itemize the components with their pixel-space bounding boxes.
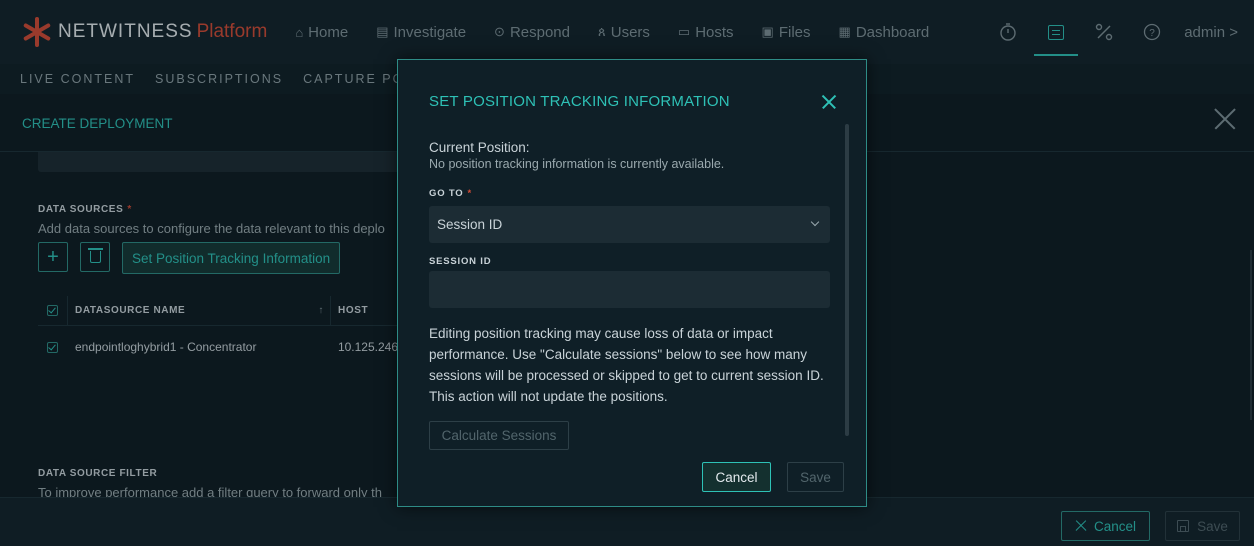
save-deployment-button[interactable]: Save (1165, 511, 1240, 541)
page-scrollbar[interactable] (1250, 250, 1252, 420)
goto-selected-value: Session ID (437, 217, 503, 232)
goto-label: GO TO * (429, 188, 472, 199)
user-name: admin (1184, 23, 1226, 41)
cancel-label: Cancel (1093, 518, 1137, 534)
checkbox-icon (47, 341, 58, 353)
trash-icon (87, 248, 103, 263)
row-checkbox[interactable] (38, 341, 67, 353)
nav-users-label: Users (610, 23, 650, 41)
select-all-checkbox[interactable] (38, 305, 67, 316)
tab-subscriptions[interactable]: SUBSCRIPTIONS (155, 72, 283, 86)
close-icon (1075, 520, 1087, 532)
sort-asc-icon: ↑ (318, 305, 324, 316)
nav-investigate[interactable]: ▤ Investigate (376, 24, 466, 41)
goto-select[interactable]: Session ID (429, 206, 830, 243)
host-cell: 10.125.246 (337, 340, 398, 354)
help-icon[interactable]: ? (1128, 0, 1176, 64)
modal-scrollbar[interactable] (845, 124, 849, 436)
investigate-icon: ▤ (376, 24, 389, 39)
hosts-icon: ▭ (677, 24, 691, 39)
nav-right-tools: ? admin > (984, 0, 1254, 64)
datasource-name-cell: endpointloghybrid1 - Concentrator (75, 340, 257, 354)
nav-hosts-label: Hosts (695, 23, 734, 41)
svg-text:?: ? (1149, 28, 1155, 39)
data-sources-label: DATA SOURCES * (38, 204, 132, 215)
nav-users[interactable]: ጰ Users (598, 24, 650, 41)
current-position-value: No position tracking information is curr… (429, 157, 725, 171)
column-host[interactable]: HOST (331, 305, 368, 316)
nav-investigate-label: Investigate (393, 23, 467, 41)
files-icon: ▣ (761, 24, 774, 39)
modal-cancel-button[interactable]: Cancel (702, 462, 771, 492)
nav-dashboard-label: Dashboard (855, 23, 930, 41)
modal-save-button[interactable]: Save (787, 462, 844, 492)
nav-home[interactable]: ⌂ Home (295, 24, 348, 41)
data-sources-description: Add data sources to configure the data r… (38, 221, 385, 236)
current-position-label: Current Position: (429, 140, 530, 155)
save-label: Save (1197, 518, 1228, 534)
netwitness-logo-icon (22, 17, 52, 47)
plus-icon: + (47, 245, 59, 268)
session-id-label: SESSION ID (429, 256, 492, 267)
stopwatch-icon[interactable] (984, 0, 1032, 64)
warning-text: Editing position tracking may cause loss… (429, 326, 824, 404)
brand-name: NETWITNESS (58, 21, 193, 42)
required-marker: * (127, 204, 132, 215)
admin-tools-icon[interactable] (1080, 0, 1128, 64)
nav-files[interactable]: ▣ Files (762, 24, 811, 41)
data-source-filter-label: DATA SOURCE FILTER (38, 468, 158, 479)
save-icon (1177, 520, 1190, 532)
close-page-icon[interactable] (1214, 108, 1236, 130)
dashboard-icon: ▦ (838, 24, 851, 39)
chevron-down-icon (810, 217, 820, 227)
chevron-right-icon: > (1229, 23, 1238, 41)
close-icon[interactable] (822, 95, 836, 109)
nav-respond[interactable]: ⊙ Respond (494, 24, 570, 41)
configure-icon[interactable] (1032, 0, 1080, 64)
deployment-name-field[interactable] (38, 152, 408, 172)
brand-product: Platform (196, 21, 268, 42)
user-menu[interactable]: admin > (1184, 24, 1238, 41)
nav-home-label: Home (308, 23, 349, 41)
home-icon: ⌂ (295, 24, 304, 40)
table-row[interactable]: endpointloghybrid1 - Concentrator 10.125… (38, 334, 398, 360)
page-title: CREATE DEPLOYMENT (22, 116, 173, 131)
delete-data-source-button[interactable] (80, 242, 110, 272)
calculate-sessions-button[interactable]: Calculate Sessions (429, 421, 569, 450)
top-nav: NETWITNESS Platform ⌂ Home ▤ Investigate ⊙… (0, 0, 1254, 64)
tab-live-content[interactable]: LIVE CONTENT (20, 72, 135, 86)
datasource-table-header: DATASOURCE NAME ↑ HOST (38, 295, 398, 326)
position-tracking-modal: SET POSITION TRACKING INFORMATION Curren… (397, 59, 867, 507)
add-data-source-button[interactable]: + (38, 242, 68, 272)
users-icon: ጰ (597, 24, 606, 39)
checkbox-icon (47, 305, 58, 316)
nav-dashboard[interactable]: ▦ Dashboard (839, 24, 930, 41)
nav-respond-label: Respond (509, 23, 570, 41)
data-source-filter-description: To improve performance add a filter quer… (38, 485, 382, 497)
set-position-tracking-button[interactable]: Set Position Tracking Information (122, 242, 341, 274)
respond-icon: ⊙ (494, 24, 505, 39)
brand-logo[interactable]: NETWITNESS Platform (22, 0, 267, 64)
session-id-input[interactable] (429, 271, 830, 308)
cancel-deployment-button[interactable]: Cancel (1061, 511, 1150, 541)
required-marker: * (467, 188, 472, 199)
nav-files-label: Files (778, 23, 811, 41)
column-datasource-name[interactable]: DATASOURCE NAME ↑ (68, 305, 330, 316)
modal-title: SET POSITION TRACKING INFORMATION (429, 93, 730, 110)
nav-hosts[interactable]: ▭ Hosts (678, 24, 734, 41)
